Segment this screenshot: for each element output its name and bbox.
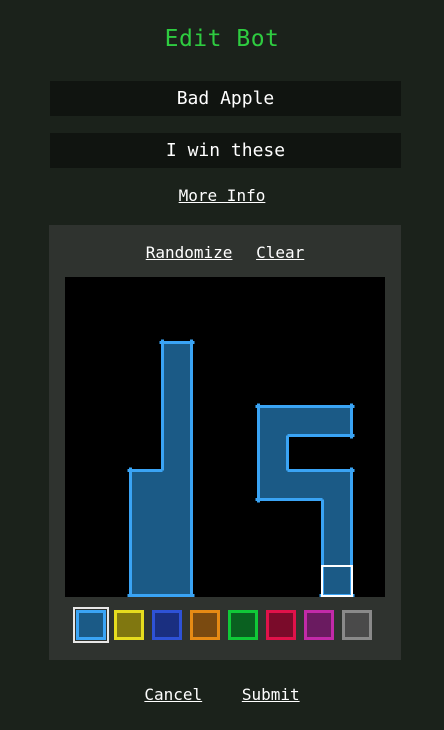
- swatch-fill: [342, 610, 372, 640]
- pixel-cell[interactable]: [129, 501, 161, 533]
- form-actions: Cancel Submit: [0, 685, 444, 704]
- clear-button[interactable]: Clear: [256, 243, 304, 262]
- pixel-cell[interactable]: [321, 501, 353, 533]
- pixel-cell[interactable]: [321, 565, 353, 597]
- pixel-cell[interactable]: [289, 405, 321, 437]
- bot-motto-input[interactable]: [50, 133, 401, 168]
- more-info-link[interactable]: More Info: [179, 186, 266, 205]
- pixel-cell[interactable]: [289, 469, 321, 501]
- pixel-cell[interactable]: [161, 373, 193, 405]
- pixel-grid[interactable]: [65, 277, 385, 597]
- bot-name-input[interactable]: [50, 81, 401, 116]
- swatch-fill: [114, 610, 144, 640]
- pixel-cell[interactable]: [129, 565, 161, 597]
- pixel-cell[interactable]: [161, 533, 193, 565]
- swatch-fill: [76, 610, 106, 640]
- swatch-yellow[interactable]: [112, 608, 146, 642]
- swatch-fill: [266, 610, 296, 640]
- pixel-cell[interactable]: [257, 437, 289, 469]
- cancel-button[interactable]: Cancel: [144, 685, 202, 704]
- pixel-cell[interactable]: [161, 405, 193, 437]
- pixel-cell[interactable]: [161, 469, 193, 501]
- swatch-navy[interactable]: [150, 608, 184, 642]
- sprite-editor-panel: Randomize Clear: [49, 225, 401, 660]
- page-title: Edit Bot: [164, 26, 280, 52]
- swatch-orange[interactable]: [188, 608, 222, 642]
- pixel-cell[interactable]: [129, 533, 161, 565]
- swatch-blue[interactable]: [73, 607, 109, 643]
- swatch-green[interactable]: [226, 608, 260, 642]
- swatch-fill: [152, 610, 182, 640]
- swatch-purple[interactable]: [302, 608, 336, 642]
- pixel-cell[interactable]: [257, 469, 289, 501]
- pixel-canvas[interactable]: [65, 277, 385, 597]
- randomize-button[interactable]: Randomize: [146, 243, 233, 262]
- swatch-fill: [304, 610, 334, 640]
- submit-button[interactable]: Submit: [242, 685, 300, 704]
- swatch-gray[interactable]: [340, 608, 374, 642]
- pixel-cell[interactable]: [321, 533, 353, 565]
- pixel-cell[interactable]: [321, 405, 353, 437]
- pixel-cell[interactable]: [161, 341, 193, 373]
- swatch-fill: [228, 610, 258, 640]
- pixel-cell[interactable]: [321, 469, 353, 501]
- color-palette: [73, 607, 378, 643]
- swatch-crimson[interactable]: [264, 608, 298, 642]
- editor-toolbar: Randomize Clear: [49, 243, 401, 262]
- swatch-fill: [190, 610, 220, 640]
- pixel-cell[interactable]: [161, 565, 193, 597]
- pixel-cell[interactable]: [161, 501, 193, 533]
- pixel-cell[interactable]: [161, 437, 193, 469]
- pixel-cell[interactable]: [257, 405, 289, 437]
- pixel-cell[interactable]: [129, 469, 161, 501]
